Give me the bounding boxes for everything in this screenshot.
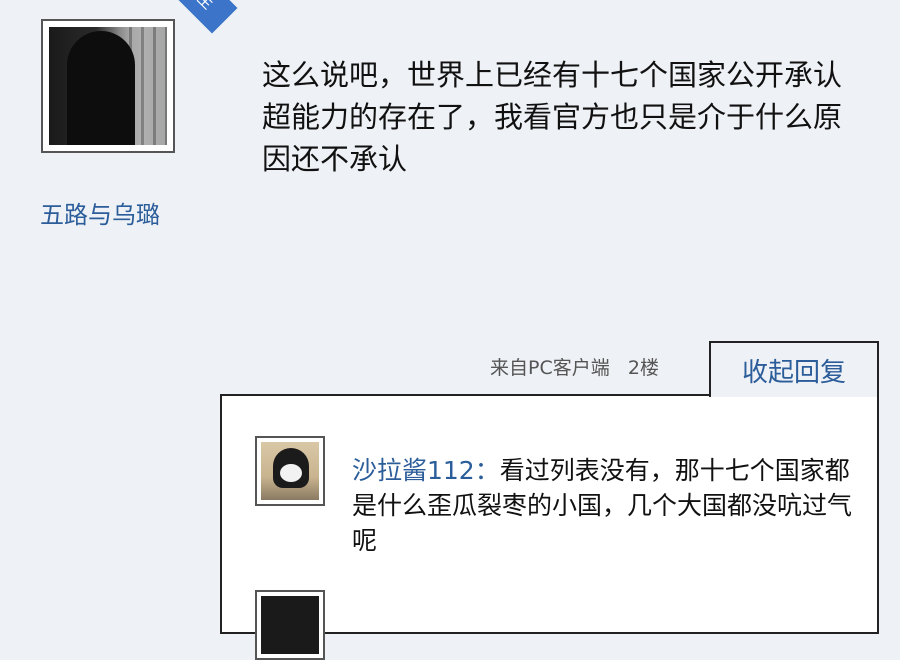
reply-avatar[interactable] [255,436,325,506]
reply-username-link[interactable]: 沙拉酱112： [352,456,500,485]
post-content: 这么说吧，世界上已经有十七个国家公开承认超能力的存在了，我看官方也只是介于什么原… [262,58,843,176]
author-avatar[interactable] [41,19,175,153]
avatar-figure [67,31,135,145]
author-avatar-image [49,27,167,145]
reply-item: 沙拉酱112：看过列表没有，那十七个国家都是什么歪瓜裂枣的小国，几个大国都没吭过… [352,453,867,558]
author-name-link[interactable]: 五路与乌璐 [40,195,160,230]
collapse-replies-button[interactable]: 收起回复 [709,341,879,397]
post-floor: 2楼 [627,357,659,379]
reply-avatar-2[interactable] [255,590,325,660]
reply-avatar-2-image [261,596,319,654]
penguin-face [280,464,302,482]
post-source: 来自PC客户端 [490,357,610,379]
post-meta: 来自PC客户端 2楼 [490,353,659,380]
reply-avatar-image [261,442,319,500]
